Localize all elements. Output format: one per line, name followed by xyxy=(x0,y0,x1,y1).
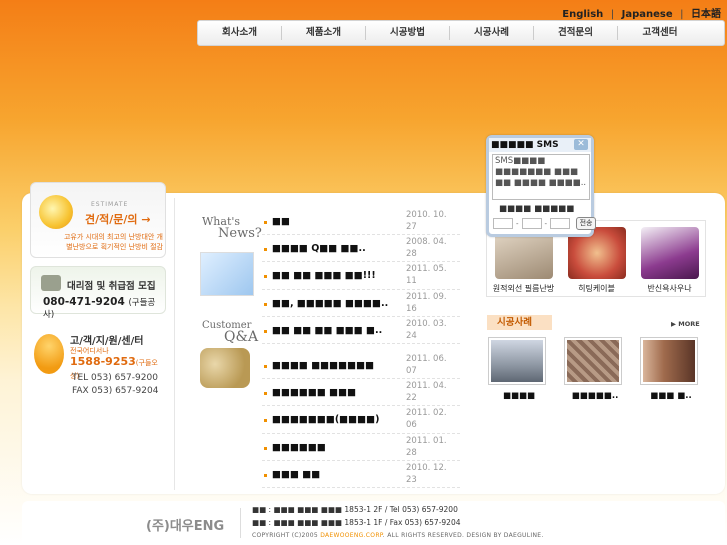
news-list: ■■ 2010. 10. 27 ■■■■ Q■■ ■■.. 2008. 04. 28… xyxy=(262,208,460,344)
nav-company[interactable]: 회사소개 xyxy=(198,26,282,40)
close-icon[interactable]: ✕ xyxy=(574,139,588,150)
cs-fax: FAX 053) 657-9204 xyxy=(72,386,159,396)
sms-header: ■■■■■ SMS ✕ xyxy=(489,138,591,152)
case-image xyxy=(488,337,546,385)
more-link[interactable]: ▶ MORE xyxy=(671,320,700,328)
estimate-caption: ESTIMATE xyxy=(91,201,129,208)
nav-customer-center[interactable]: 고객센터 xyxy=(618,26,702,40)
sms-popup: ■■■■■ SMS ✕ SMS■■■■ ■■■■■■■ ■■■ ■■ ■■■■ … xyxy=(486,135,597,237)
lang-separator: | xyxy=(680,9,684,20)
list-item[interactable]: ■■ ■■ ■■ ■■■ ■.. 2010. 03. 24 xyxy=(262,317,460,344)
sms-title: ■■■■■ SMS xyxy=(491,140,559,150)
cases-heading: 시공사례 xyxy=(487,315,552,330)
language-bar: English | Japanese | 日本語 xyxy=(560,5,723,20)
footer-divider xyxy=(240,508,241,538)
send-button[interactable]: 전송 xyxy=(576,217,597,230)
qa-heading: Customer Q&A xyxy=(202,320,259,345)
estimate-title: 견/적/문/의 → xyxy=(85,213,151,226)
estimate-description: 고유가 시대의 최고의 난방대안 개별난방으로 획기적인 난방비 절감 xyxy=(63,233,163,251)
case-item[interactable]: ■■■■■.. xyxy=(564,337,626,401)
news-heading: What's News? xyxy=(202,215,262,241)
list-item[interactable]: ■■■ ■■ 2010. 12. 23 xyxy=(262,461,460,488)
nav-cases[interactable]: 시공사례 xyxy=(450,26,534,40)
phone-field-3[interactable] xyxy=(550,218,571,229)
sms-message-field[interactable]: SMS■■■■ ■■■■■■■ ■■■ ■■ ■■■■ ■■■■.. xyxy=(492,154,590,200)
list-item[interactable]: ■■■■ Q■■ ■■.. 2008. 04. 28 xyxy=(262,235,460,263)
nav-method[interactable]: 시공방법 xyxy=(366,26,450,40)
list-item[interactable]: ■■■■■■ 2011. 01. 28 xyxy=(262,434,460,461)
phone-field-1[interactable] xyxy=(493,218,513,229)
phone-icon xyxy=(41,275,61,291)
list-item[interactable]: ■■■■■■ ■■■ 2011. 04. 22 xyxy=(262,379,460,407)
qa-list: ■■■■ ■■■■■■■ 2011. 06. 07 ■■■■■■ ■■■ 2011.… xyxy=(262,352,460,488)
list-item[interactable]: ■■, ■■■■■ ■■■■.. 2011. 09. 16 xyxy=(262,290,460,317)
case-item[interactable]: ■■■■ xyxy=(488,337,550,401)
lang-separator: | xyxy=(610,9,615,20)
cs-tel: TEL 053) 657-9200 xyxy=(72,373,158,383)
column-divider xyxy=(174,198,175,490)
estimate-banner[interactable]: ESTIMATE 견/적/문/의 → 고유가 시대의 최고의 난방대안 개별난방… xyxy=(30,182,166,258)
agent-title: 대리점 및 취급점 모집 xyxy=(67,281,156,292)
sun-icon xyxy=(39,195,73,229)
product-image xyxy=(641,227,699,279)
product-sauna[interactable]: 반신욕사우나 xyxy=(633,221,706,298)
japanese-link[interactable]: Japanese xyxy=(620,9,675,20)
agent-recruit-banner[interactable]: 대리점 및 취급점 모집 080-471-9204 (구들공사) xyxy=(30,266,166,320)
agent-phone: 080-471-9204 (구들공사) xyxy=(43,296,156,320)
main-nav: 회사소개 제품소개 시공방법 시공사례 견적문의 고객센터 xyxy=(197,20,725,46)
other-language-link[interactable]: 日本語 xyxy=(689,9,723,20)
list-item[interactable]: ■■ 2010. 10. 27 xyxy=(262,208,460,236)
phone-field-2[interactable] xyxy=(521,218,542,229)
list-item[interactable]: ■■■■■■■(■■■■) 2011. 02. 06 xyxy=(262,406,460,434)
footer-address-2: ■■ : ■■■ ■■■ ■■■ 1853-1 1F / Fax 053) 65… xyxy=(252,518,461,527)
laptop-image xyxy=(200,252,254,296)
list-item[interactable]: ■■ ■■ ■■■ ■■!!! 2011. 05. 11 xyxy=(262,262,460,290)
list-item[interactable]: ■■■■ ■■■■■■■ 2011. 06. 07 xyxy=(262,352,460,380)
flower-pot-icon xyxy=(34,334,64,374)
footer-address-1: ■■ : ■■■ ■■■ ■■■ 1853-1 2F / Tel 053) 65… xyxy=(252,505,458,514)
customer-support-box: 고/객/지/원/센/터 전국어디서나 1588-9253(구들오성) TEL 0… xyxy=(30,324,166,402)
case-image xyxy=(564,337,622,385)
sms-phone-label: ■■■■ ■■■■■ xyxy=(499,204,575,214)
footer-copyright: COPYRIGHT (C)2005 DAEWOOENG.CORP. ALL RI… xyxy=(252,532,544,539)
case-item[interactable]: ■■■ ■.. xyxy=(640,337,702,401)
cs-title: 고/객/지/원/센/터 xyxy=(70,336,144,347)
coffee-cup-image xyxy=(200,348,250,388)
footer-logo: (주)대우ENG xyxy=(146,519,225,534)
english-link[interactable]: English xyxy=(560,9,605,20)
case-gallery: ■■■■ ■■■■■.. ■■■ ■.. xyxy=(488,337,704,407)
sms-phone-row: - - 전송 xyxy=(493,217,597,230)
nav-products[interactable]: 제품소개 xyxy=(282,26,366,40)
nav-estimate[interactable]: 견적문의 xyxy=(534,26,618,40)
case-image xyxy=(640,337,698,385)
